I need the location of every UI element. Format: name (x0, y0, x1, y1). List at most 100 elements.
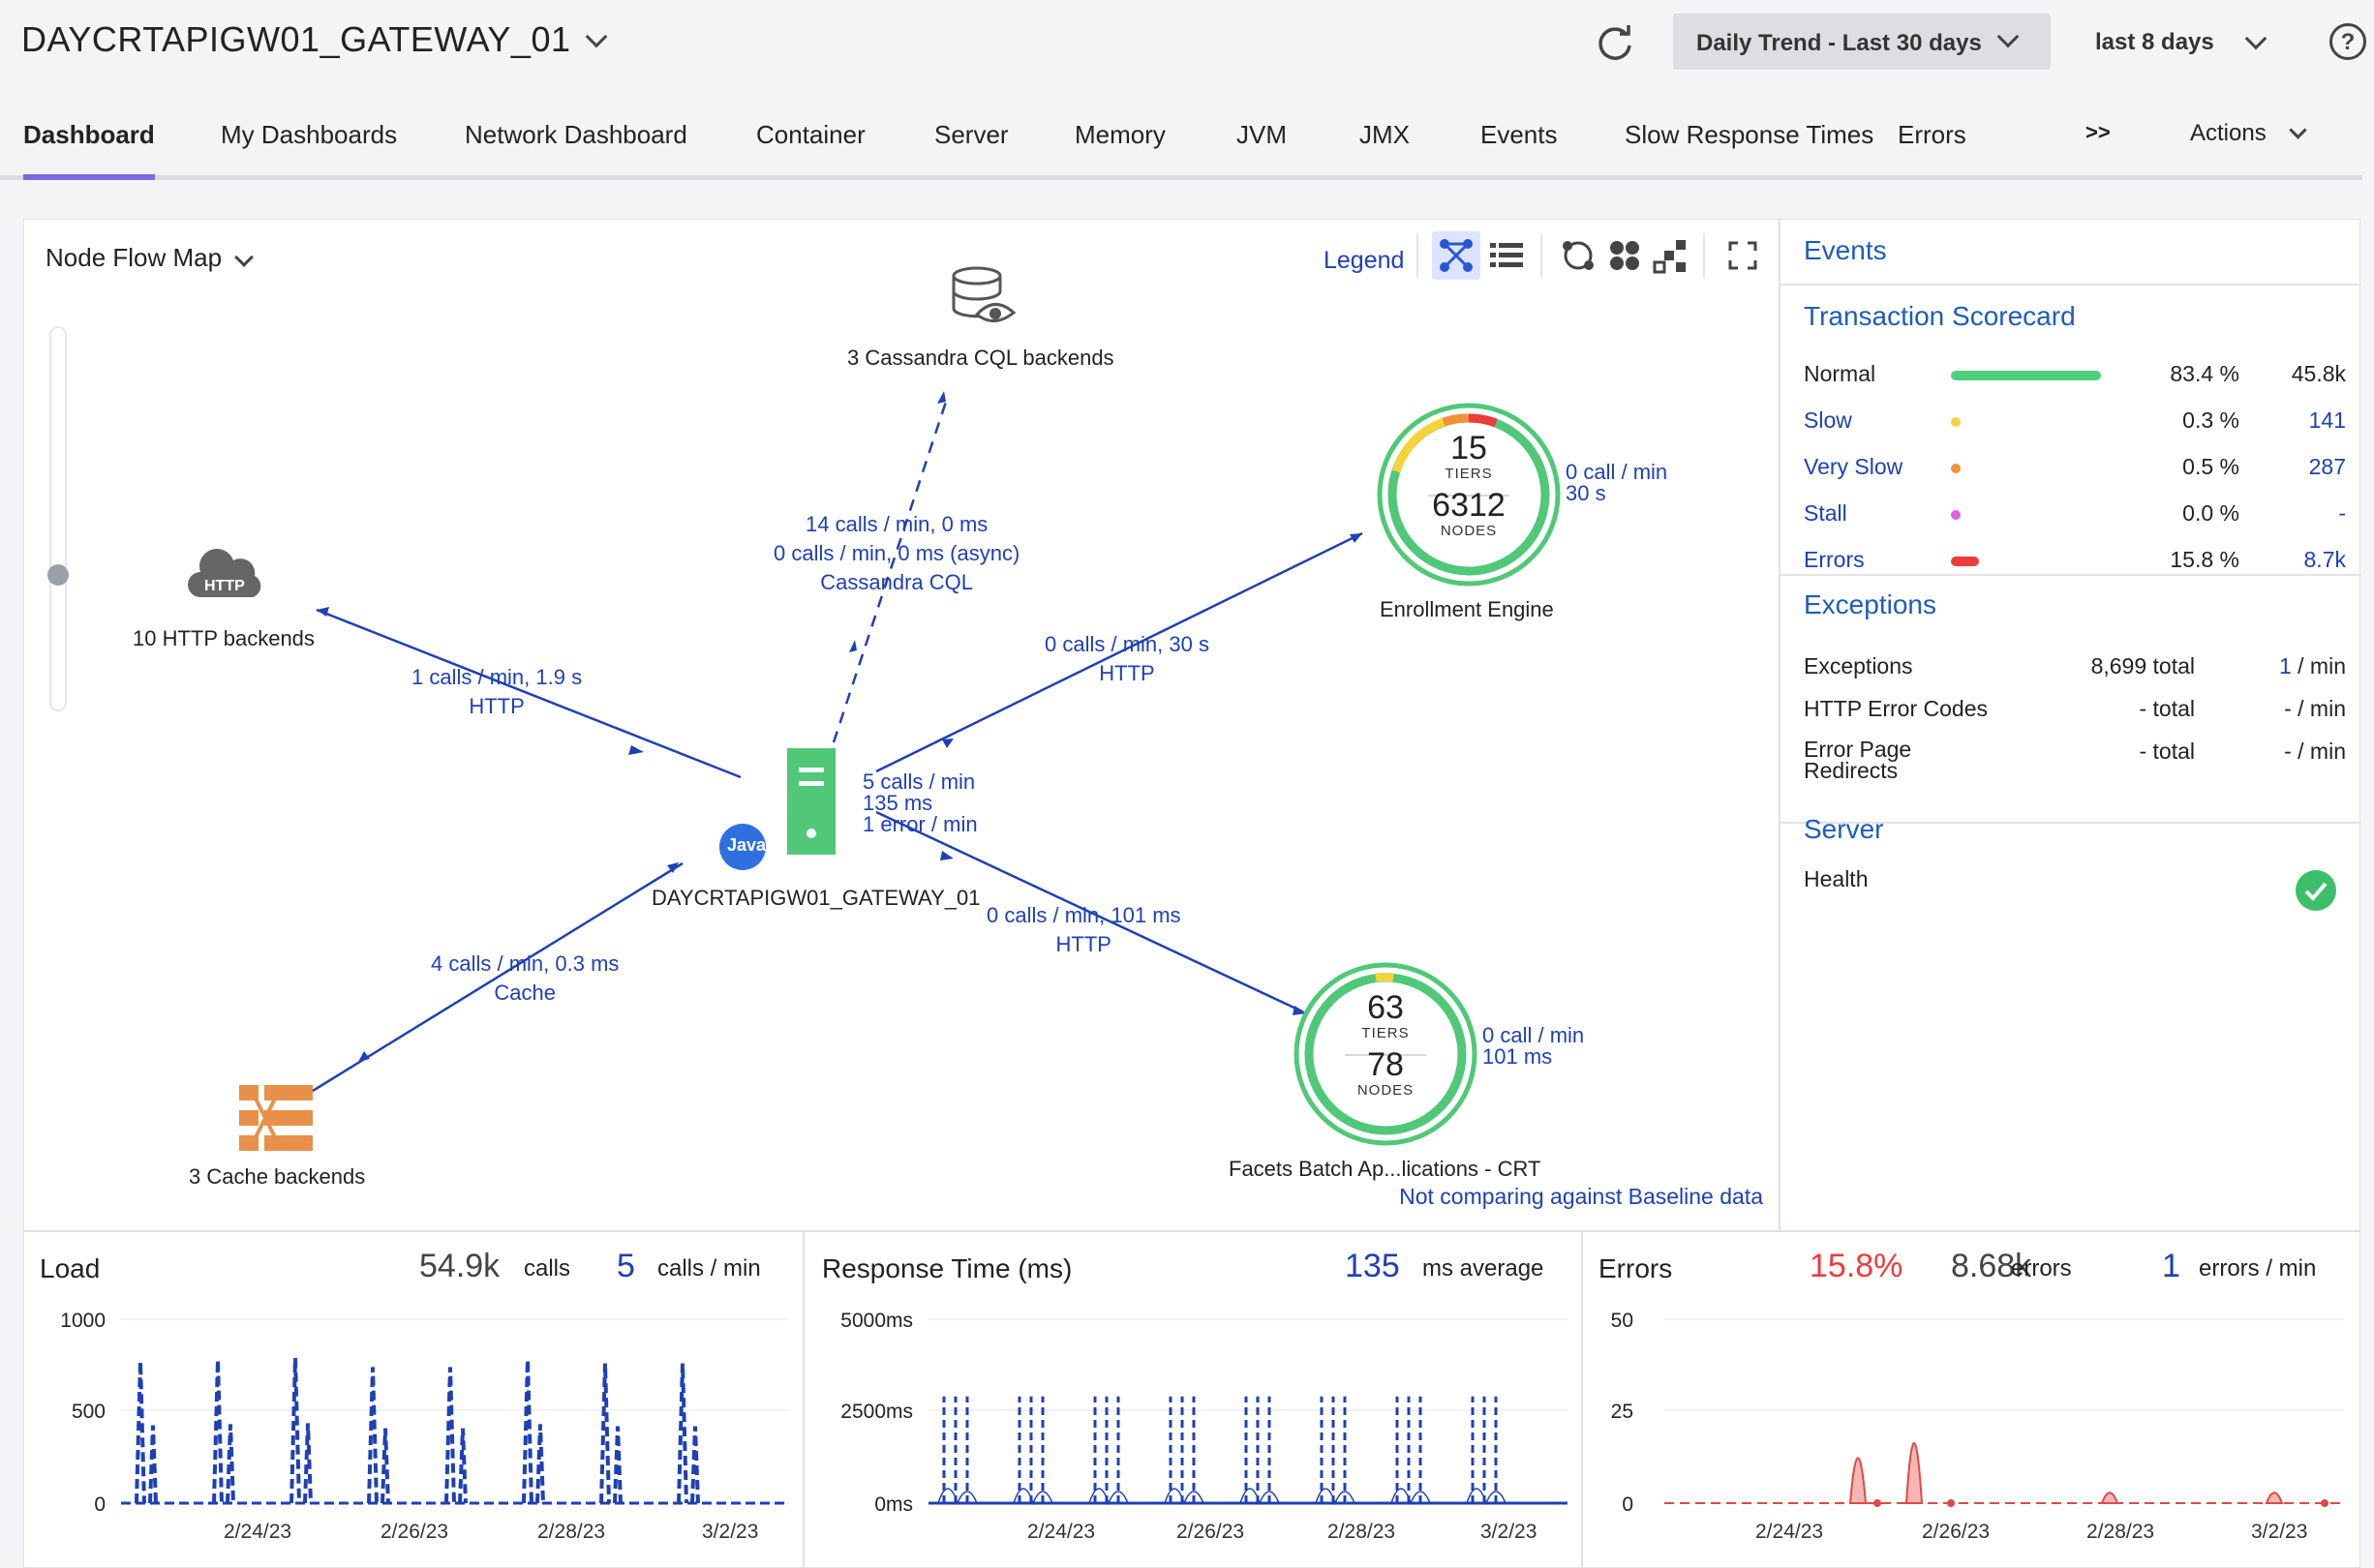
top-bar: DAYCRTAPIGW01_GATEWAY_01 Daily Trend - L… (0, 0, 2374, 85)
tab-container[interactable]: Container (756, 120, 866, 180)
edge-label-cassandra[interactable]: 14 calls / min, 0 ms 0 calls / min, 0 ms… (774, 510, 1020, 597)
edge-label-gateway-stats[interactable]: 5 calls / min 135 ms 1 error / min (863, 771, 978, 835)
scorecard-count[interactable]: 8.7k (2304, 547, 2346, 573)
scorecard-bar (1951, 557, 1979, 566)
scorecard-title[interactable]: Transaction Scorecard (1804, 301, 2076, 332)
baseline-note[interactable]: Not comparing against Baseline data (1399, 1184, 1763, 1210)
exception-rate-value[interactable]: 1 (2279, 653, 2292, 678)
scorecard-pct: 0.5 % (2182, 454, 2239, 479)
edge-label-enrollment[interactable]: 0 calls / min, 30 s HTTP (1045, 630, 1209, 688)
series-peak (677, 1363, 700, 1504)
tab-my-dashboards[interactable]: My Dashboards (221, 120, 397, 180)
tab-slow-response-times[interactable]: Slow Response Times (1625, 120, 1873, 180)
enrollment-nodes-count: 6312 (1432, 487, 1506, 524)
tab-memory[interactable]: Memory (1075, 120, 1166, 180)
refresh-icon[interactable] (1594, 21, 1636, 64)
scorecard-row-normal[interactable]: Normal 83.4 % 45.8k (1804, 361, 2346, 400)
load-rate-unit: calls / min (657, 1255, 761, 1282)
scorecard-row-very-slow[interactable]: Very Slow 0.5 % 287 (1804, 454, 2346, 493)
enrollment-rate: 0 call / min 30 s (1566, 462, 1667, 504)
http-node-label[interactable]: 10 HTTP backends (133, 626, 315, 651)
tab-errors[interactable]: Errors (1898, 120, 1966, 180)
edge-label-http[interactable]: 1 calls / min, 1.9 s HTTP (411, 663, 582, 721)
tab-jvm[interactable]: JVM (1236, 120, 1287, 180)
edge-label-line: 14 calls / min, 0 ms (806, 512, 989, 536)
enrollment-rate-time: 30 s (1566, 481, 1606, 505)
tab-network-dashboard[interactable]: Network Dashboard (465, 120, 687, 180)
x-tick: 2/24/23 (224, 1521, 292, 1543)
tab-events[interactable]: Events (1480, 120, 1558, 180)
scorecard-bar (1951, 510, 1961, 520)
enrollment-node-label[interactable]: Enrollment Engine (1380, 597, 1554, 622)
chevron-down-icon (1996, 25, 2020, 48)
y-tick: 1000 (60, 1310, 106, 1332)
edge-label-cache[interactable]: 4 calls / min, 0.3 ms Cache (431, 950, 619, 1008)
app-title[interactable]: DAYCRTAPIGW01_GATEWAY_01 (21, 19, 571, 60)
actions-menu[interactable]: Actions (2190, 120, 2308, 180)
error-page-redirects-row: Error Page Redirects - total - / min (1804, 737, 2346, 783)
facets-rate-calls: 0 call / min (1482, 1023, 1585, 1047)
enrollment-tiers[interactable]: 15 TIERS 6312 NODES (1411, 431, 1527, 539)
x-tick: 2/26/23 (1922, 1521, 1991, 1543)
scorecard-bar (1951, 371, 2101, 380)
scorecard-row-stall[interactable]: Stall 0.0 % - (1804, 500, 2346, 539)
exceptions-title[interactable]: Exceptions (1804, 589, 1936, 620)
cache-node-label[interactable]: 3 Cache backends (189, 1164, 365, 1190)
x-tick: 3/2/23 (2251, 1521, 2308, 1543)
trend-dropdown[interactable]: Daily Trend - Last 30 days (1673, 14, 2051, 70)
tab-dashboard[interactable]: Dashboard (23, 120, 155, 180)
scorecard-name[interactable]: Errors (1804, 547, 1865, 573)
facets-tiers-count: 63 (1367, 989, 1404, 1026)
load-total: 54.9k (419, 1248, 501, 1284)
scorecard-count[interactable]: 141 (2309, 407, 2346, 434)
exception-rate-unit: / min (2291, 696, 2346, 721)
tiers-label: TIERS (1361, 1025, 1410, 1041)
load-rate[interactable]: 5 (617, 1248, 635, 1285)
error-peak (2100, 1492, 2119, 1504)
edge-label-line: Cache (494, 980, 556, 1005)
flow-edges (312, 391, 1561, 1146)
tab-jmx[interactable]: JMX (1359, 120, 1410, 180)
tab-more[interactable]: >> (2085, 120, 2111, 180)
response-avg[interactable]: 135 (1345, 1248, 1400, 1285)
errors-count-unit: errors (2011, 1255, 2072, 1282)
days-dropdown[interactable]: last 8 days (2095, 29, 2214, 56)
series-peak (212, 1359, 235, 1504)
scorecard-count[interactable]: 287 (2309, 454, 2346, 480)
exception-rate-unit: / min (2291, 653, 2346, 678)
load-chart[interactable] (121, 1290, 799, 1523)
app-select-chevron-icon[interactable] (585, 25, 608, 48)
edge-label-facets[interactable]: 0 calls / min, 101 ms HTTP (987, 901, 1181, 959)
gateway-node-label[interactable]: DAYCRTAPIGW01_GATEWAY_01 (652, 886, 980, 911)
events-title[interactable]: Events (1804, 235, 1887, 266)
exception-rate: - / min (2284, 696, 2346, 722)
facets-rate-time: 101 ms (1482, 1044, 1553, 1069)
scorecard-name[interactable]: Slow (1804, 407, 1852, 434)
scorecard-row-slow[interactable]: Slow 0.3 % 141 (1804, 407, 2346, 446)
server-title[interactable]: Server (1804, 814, 1883, 845)
exception-name: Exceptions (1804, 653, 1913, 678)
scorecard-name[interactable]: Very Slow (1804, 454, 1902, 480)
response-time-chart[interactable] (928, 1290, 1575, 1523)
chevron-down-icon[interactable] (2244, 27, 2267, 50)
exception-rate: 1 / min (2279, 653, 2346, 679)
http-error-codes-row: HTTP Error Codes - total - / min (1804, 696, 2346, 722)
y-tick: 2500ms (840, 1401, 913, 1423)
errors-chart[interactable] (1664, 1290, 2354, 1523)
exception-name: Error Page Redirects (1804, 737, 1912, 783)
load-total-unit: calls (524, 1255, 571, 1282)
errors-rate[interactable]: 1 (2162, 1248, 2180, 1285)
y-tick: 0 (94, 1493, 106, 1516)
series-peak (522, 1359, 545, 1504)
tab-server[interactable]: Server (934, 120, 1009, 180)
scorecard-count[interactable]: - (2338, 500, 2346, 527)
health-ok-icon[interactable] (2296, 870, 2336, 911)
help-icon[interactable]: ? (2329, 23, 2366, 60)
edge-label-line: 0 calls / min, 0 ms (async) (774, 541, 1020, 565)
error-dot (1873, 1499, 1881, 1507)
scorecard-section: Transaction Scorecard Normal 83.4 % 45.8k S… (1780, 286, 2361, 576)
facets-tiers[interactable]: 63 TIERS 78 NODES (1327, 990, 1444, 1099)
scorecard-name[interactable]: Stall (1804, 500, 1847, 527)
cassandra-node-label[interactable]: 3 Cassandra CQL backends (847, 346, 1114, 371)
facets-node-label[interactable]: Facets Batch Ap...lications - CRT (1229, 1157, 1540, 1182)
